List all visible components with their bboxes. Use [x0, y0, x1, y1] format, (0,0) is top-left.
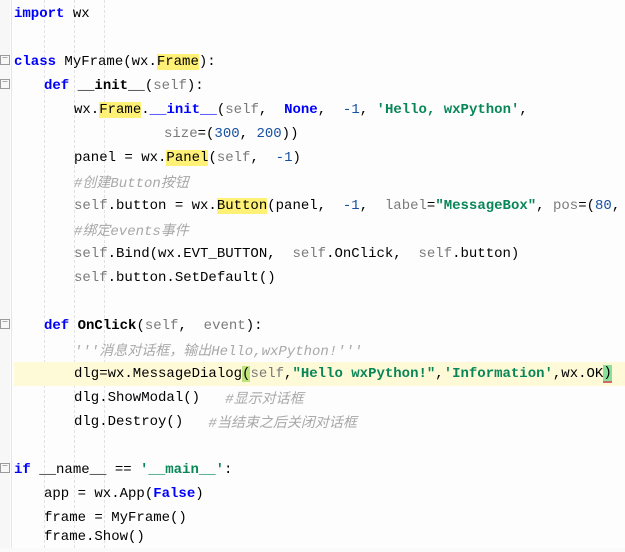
- fold-toggle-icon[interactable]: −: [0, 463, 10, 473]
- fold-gutter: − − − −: [0, 0, 10, 548]
- code-line[interactable]: class MyFrame(wx.Frame):: [14, 50, 625, 74]
- code-line[interactable]: def OnClick(self, event):: [14, 314, 625, 338]
- code-line[interactable]: self.Bind(wx.EVT_BUTTON, self.OnClick, s…: [14, 242, 625, 266]
- code-area[interactable]: import wx class MyFrame(wx.Frame): def _…: [10, 0, 625, 548]
- code-line[interactable]: frame = MyFrame(): [14, 506, 625, 530]
- code-line[interactable]: #创建Button按钮: [14, 170, 625, 194]
- code-line[interactable]: [14, 434, 625, 458]
- code-line-active[interactable]: dlg=wx.MessageDialog(self,"Hello wxPytho…: [14, 362, 625, 386]
- code-line[interactable]: if __name__ == '__main__':: [14, 458, 625, 482]
- code-line[interactable]: def __init__(self):: [14, 74, 625, 98]
- fold-toggle-icon[interactable]: −: [0, 319, 10, 329]
- code-line[interactable]: self.button.SetDefault(): [14, 266, 625, 290]
- code-line[interactable]: #绑定events事件: [14, 218, 625, 242]
- code-editor: − − − − import wx class MyFrame(wx.Frame…: [0, 0, 625, 548]
- code-line[interactable]: app = wx.App(False): [14, 482, 625, 506]
- code-line[interactable]: self.button = wx.Button(panel, -1, label…: [14, 194, 625, 218]
- code-line[interactable]: frame.Show(): [14, 530, 625, 544]
- code-line[interactable]: panel = wx.Panel(self, -1): [14, 146, 625, 170]
- code-line[interactable]: [14, 26, 625, 50]
- code-line[interactable]: import wx: [14, 2, 625, 26]
- code-line[interactable]: size=(300, 200)): [14, 122, 625, 146]
- fold-toggle-icon[interactable]: −: [0, 55, 10, 65]
- code-line[interactable]: dlg.ShowModal() #显示对话框: [14, 386, 625, 410]
- code-line[interactable]: [14, 290, 625, 314]
- code-line[interactable]: '''消息对话框，输出Hello,wxPython!''': [14, 338, 625, 362]
- code-line[interactable]: wx.Frame.__init__(self, None, -1, 'Hello…: [14, 98, 625, 122]
- code-line[interactable]: dlg.Destroy() #当结束之后关闭对话框: [14, 410, 625, 434]
- fold-toggle-icon[interactable]: −: [0, 79, 10, 89]
